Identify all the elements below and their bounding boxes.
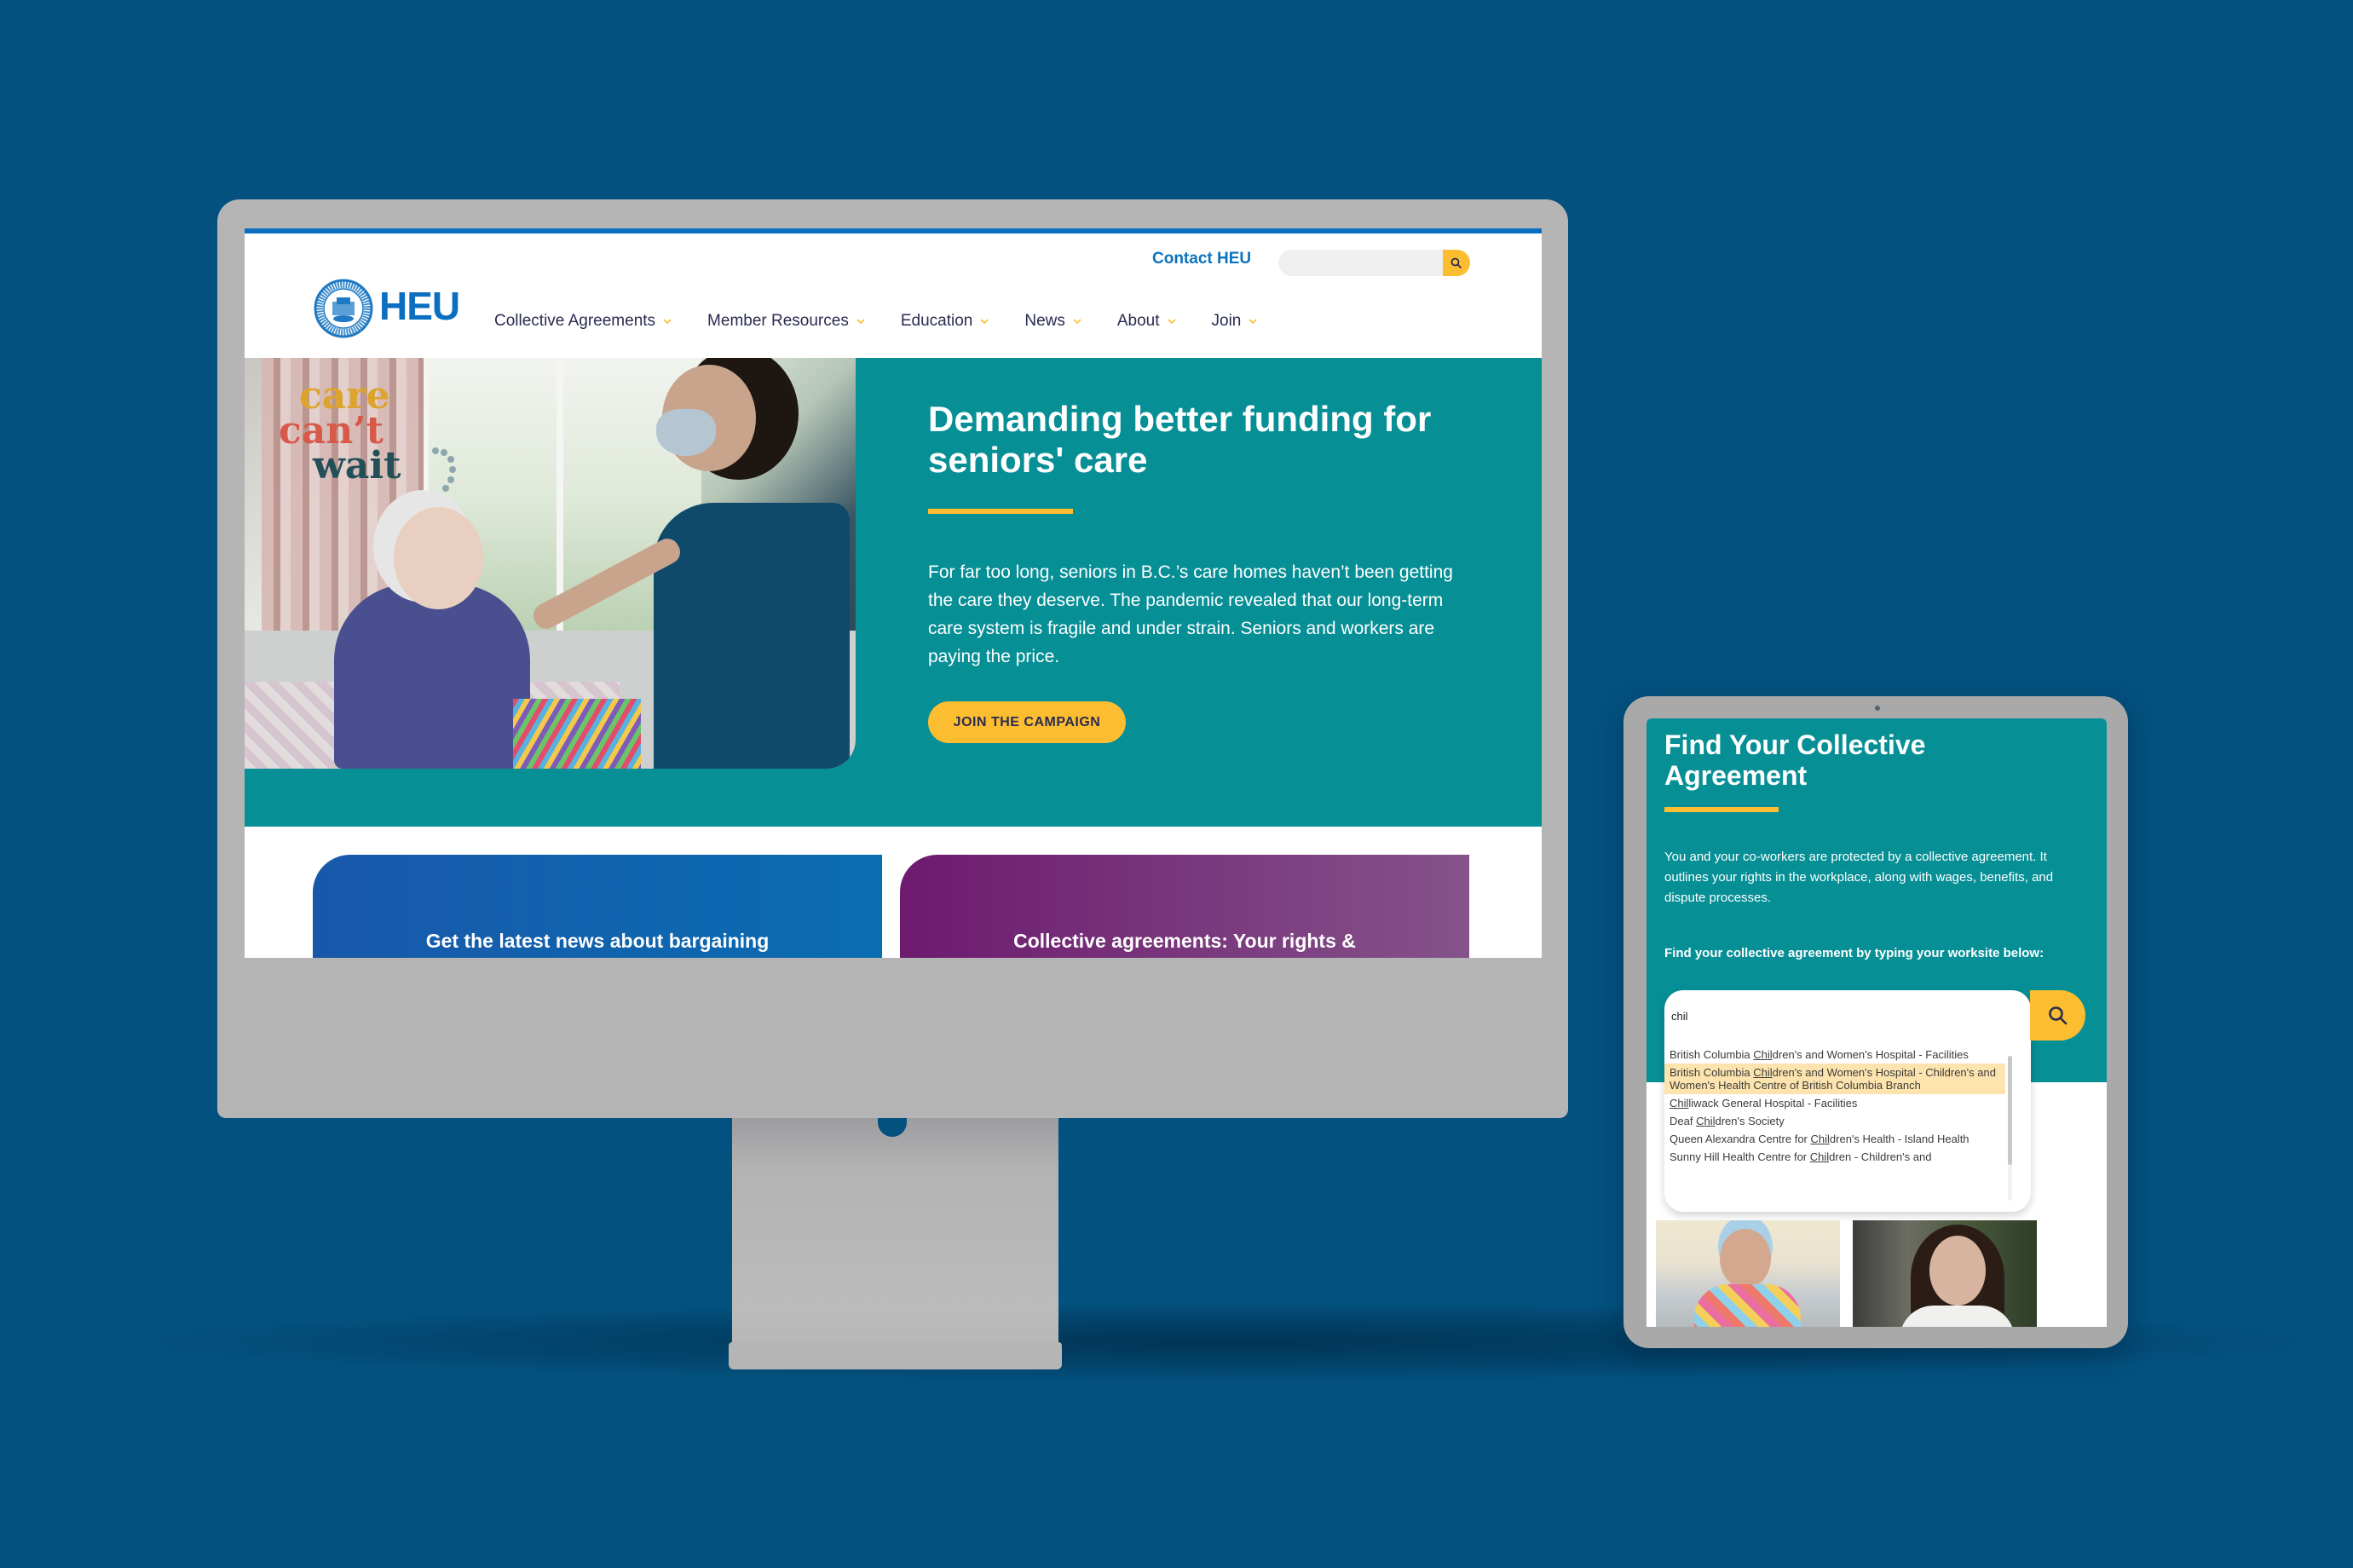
bargaining-news-card[interactable]: Get the latest news about bargaining xyxy=(313,855,882,958)
option-text: British Columbia xyxy=(1670,1048,1754,1061)
chevron-down-icon xyxy=(980,319,989,325)
chevron-down-icon xyxy=(856,319,865,325)
title-underline xyxy=(1664,807,1779,812)
option-text: Queen Alexandra Centre for xyxy=(1670,1133,1811,1145)
option-match: Chil xyxy=(1809,1150,1830,1163)
option-match: Chil xyxy=(1696,1115,1716,1127)
nav-label: Collective Agreements xyxy=(494,312,656,330)
collective-agreements-card[interactable]: Collective agreements: Your rights & xyxy=(900,855,1469,958)
nav-item-education[interactable]: Education xyxy=(901,312,989,331)
option-match: Chil xyxy=(1753,1066,1773,1079)
chevron-down-icon xyxy=(1073,319,1081,325)
search-icon xyxy=(2048,1006,2067,1024)
autocomplete-option[interactable]: Deaf Children's Society xyxy=(1664,1112,2005,1130)
autocomplete-option[interactable]: Sunny Hill Health Centre for Children - … xyxy=(1664,1148,2005,1166)
nav-item-member-resources[interactable]: Member Resources xyxy=(707,312,865,331)
search-icon xyxy=(1450,257,1462,268)
nav-label: About xyxy=(1116,312,1160,330)
nav-item-join[interactable]: Join xyxy=(1212,312,1258,331)
contact-heu-link[interactable]: Contact HEU xyxy=(1152,250,1251,268)
autocomplete-option[interactable]: British Columbia Children's and Women's … xyxy=(1664,1046,2005,1064)
worksite-search-button[interactable] xyxy=(2030,990,2085,1041)
option-text: dren - Children's and xyxy=(1829,1150,1932,1163)
scrollbar-thumb[interactable] xyxy=(2008,1056,2012,1165)
results-scrollbar[interactable] xyxy=(2008,1056,2012,1201)
top-accent-bar xyxy=(245,228,1542,233)
nav-item-collective-agreements[interactable]: Collective Agreements xyxy=(494,312,672,331)
worksite-autocomplete: British Columbia Children's and Women's … xyxy=(1664,990,2031,1212)
chevron-down-icon xyxy=(1249,319,1257,325)
nav-item-news[interactable]: News xyxy=(1024,312,1081,331)
nav-label: News xyxy=(1024,312,1065,330)
nav-label: Member Resources xyxy=(707,312,849,330)
tablet-camera xyxy=(1875,706,1880,711)
card-title: Get the latest news about bargaining xyxy=(425,930,770,952)
monitor-stand-foot xyxy=(729,1342,1062,1369)
find-agreement-title: Find Your Collective Agreement xyxy=(1664,729,1926,791)
card-title: Collective agreements: Your rights & xyxy=(1013,930,1356,952)
chevron-down-icon xyxy=(663,319,672,325)
hero-body: For far too long, seniors in B.C.’s care… xyxy=(928,562,1453,666)
option-text: British Columbia xyxy=(1670,1066,1754,1079)
nav-label: Join xyxy=(1211,312,1242,330)
header-search xyxy=(1278,250,1470,276)
hero-section: care can’t wait Demanding better funding… xyxy=(245,358,1542,827)
heu-seal-logo[interactable] xyxy=(314,279,373,338)
dots-decoration-icon xyxy=(432,447,456,502)
tablet-screen: Find Your Collective Agreement You and y… xyxy=(1647,718,2107,1327)
option-text: dren's Society xyxy=(1715,1115,1785,1127)
main-nav: Collective Agreements Member Resources E… xyxy=(494,312,1293,331)
option-text: liwack General Hospital - Facilities xyxy=(1688,1097,1858,1110)
monitor-stand xyxy=(732,1118,1058,1369)
autocomplete-results[interactable]: British Columbia Children's and Women's … xyxy=(1664,1046,2005,1208)
care-cant-wait-logo: care can’t wait xyxy=(279,374,401,487)
worksite-search-input[interactable] xyxy=(1664,990,2031,1041)
join-the-campaign-button[interactable]: JOIN THE CAMPAIGN xyxy=(928,701,1126,743)
autocomplete-option[interactable]: British Columbia Children's and Women's … xyxy=(1664,1064,2005,1094)
member-photo-smiling-woman xyxy=(1853,1220,2037,1327)
autocomplete-option[interactable]: Chilliwack General Hospital - Facilities xyxy=(1664,1094,2005,1112)
chevron-down-icon xyxy=(1167,319,1176,325)
hero-photo-caregiver-and-senior: care can’t wait xyxy=(245,358,856,769)
autocomplete-option[interactable]: Queen Alexandra Centre for Children's He… xyxy=(1664,1130,2005,1148)
hero-title: Demanding better funding for seniors' ca… xyxy=(928,399,1432,480)
nav-item-about[interactable]: About xyxy=(1117,312,1176,331)
option-match: Chil xyxy=(1810,1133,1830,1145)
option-text: Deaf xyxy=(1670,1115,1697,1127)
option-text: dren's and Women's Hospital - Facilities xyxy=(1772,1048,1969,1061)
option-text: dren's Health - Island Health xyxy=(1829,1133,1969,1145)
member-photo-food-service-worker xyxy=(1656,1220,1840,1327)
header-search-button[interactable] xyxy=(1443,250,1470,276)
heu-wordmark[interactable]: HEU xyxy=(379,283,460,329)
find-agreement-description: You and your co-workers are protected by… xyxy=(1664,850,2054,905)
option-text: Sunny Hill Health Centre for xyxy=(1670,1150,1810,1163)
desktop-screen: Contact HEU HEU Collective Agreements Me… xyxy=(245,228,1542,958)
hero-title-underline xyxy=(928,509,1073,514)
option-match: Chil xyxy=(1753,1048,1773,1061)
worksite-search-label: Find your collective agreement by typing… xyxy=(1664,946,2044,960)
option-match: Chil xyxy=(1670,1097,1689,1110)
nav-label: Education xyxy=(900,312,973,330)
header-search-input[interactable] xyxy=(1278,250,1443,276)
